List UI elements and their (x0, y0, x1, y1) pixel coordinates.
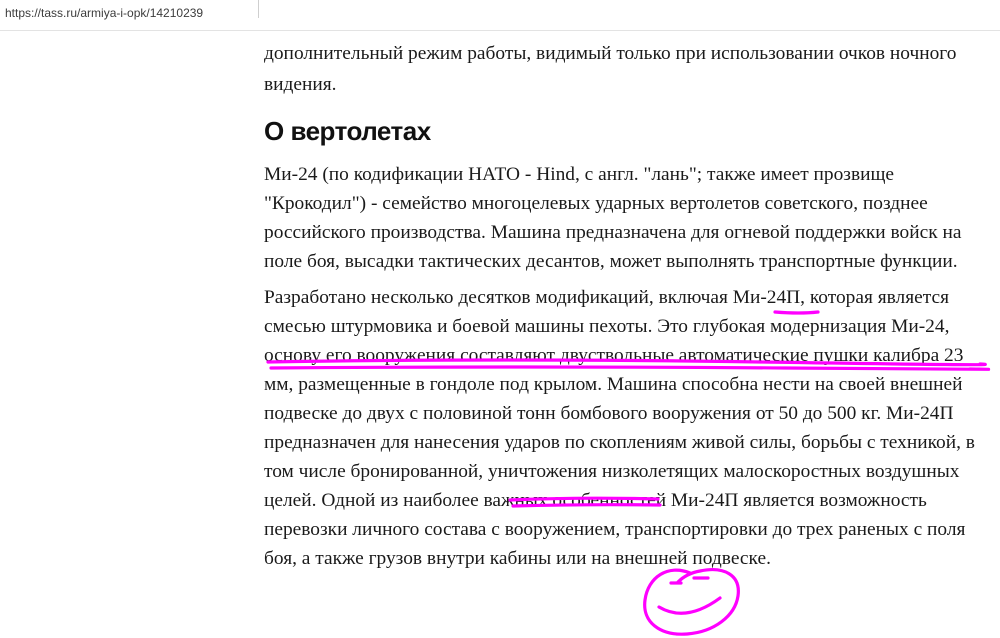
intro-paragraph: дополнительный режим работы, видимый тол… (264, 43, 957, 95)
paragraph-2: Разработано несколько десятков модификац… (264, 287, 975, 569)
section-heading: О вертолетах (264, 116, 431, 146)
address-bar-divider (258, 0, 259, 18)
browser-address-bar[interactable]: https://tass.ru/armiya-i-opk/14210239 (0, 0, 1000, 31)
url-text[interactable]: https://tass.ru/armiya-i-opk/14210239 (5, 6, 203, 20)
smiley-face-outline (643, 568, 740, 636)
smiley-mouth (657, 596, 722, 615)
paragraph-1: Ми-24 (по кодификации НАТО - Hind, с анг… (264, 164, 962, 272)
